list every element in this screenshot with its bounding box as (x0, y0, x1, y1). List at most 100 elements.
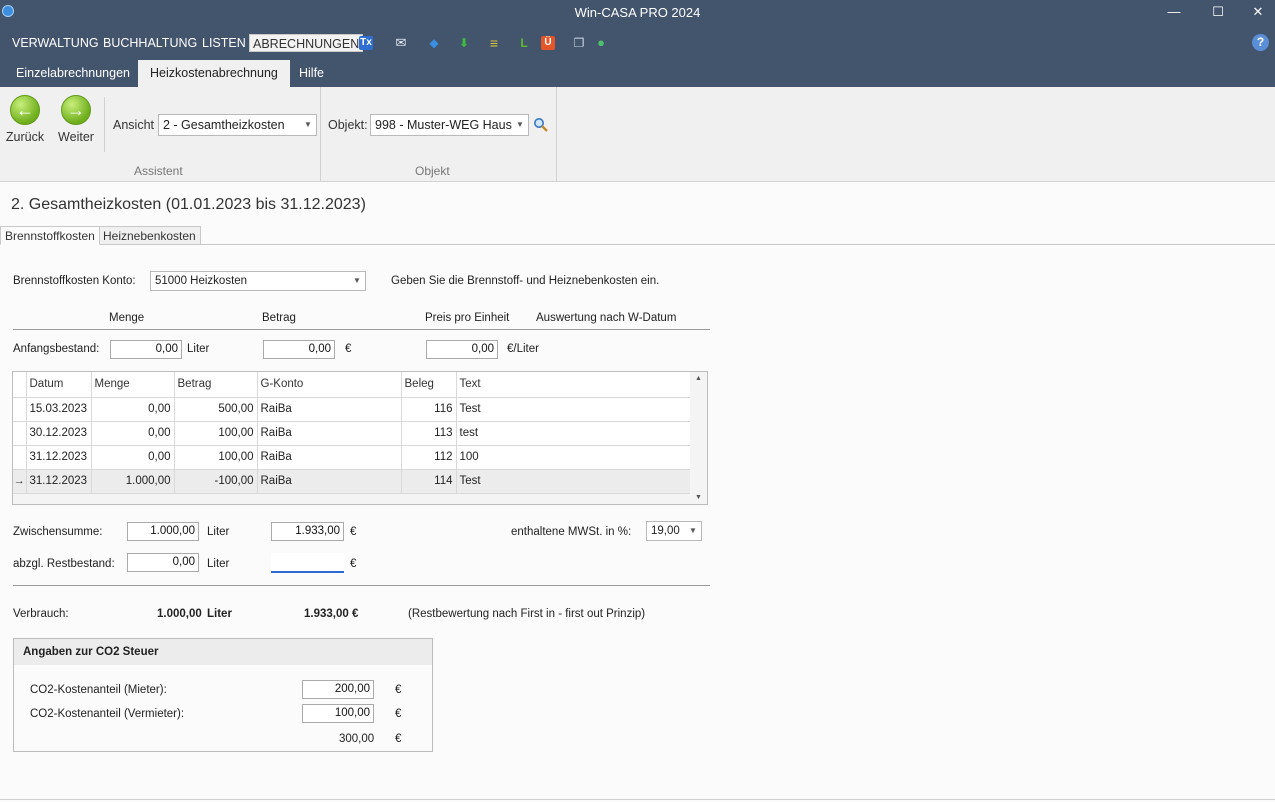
row-indicator (13, 397, 27, 422)
cell-gkonto[interactable]: RaiBa (257, 397, 402, 422)
cell-beleg[interactable]: 114 (401, 469, 457, 494)
cell-menge[interactable]: 0,00 (91, 397, 175, 422)
chevron-down-icon: ▼ (512, 115, 528, 135)
globe-icon[interactable]: ● (594, 36, 608, 50)
cell-beleg[interactable]: 116 (401, 397, 457, 422)
cell-gkonto[interactable]: RaiBa (257, 445, 402, 470)
cell-gkonto[interactable]: RaiBa (257, 469, 402, 494)
bottom-divider (0, 799, 1275, 800)
u-icon[interactable]: Ü (541, 36, 555, 50)
table-row[interactable]: 15.03.2023 0,00 500,00 RaiBa 116 Test (13, 397, 691, 422)
next-button[interactable]: → Weiter (54, 95, 98, 144)
account-select-value: 51000 Heizkosten (155, 275, 248, 287)
cell-beleg[interactable]: 112 (401, 445, 457, 470)
unit-liter: Liter (207, 558, 230, 570)
rest-menge-input[interactable]: 0,00 (127, 553, 199, 572)
scroll-down-icon[interactable]: ▼ (690, 494, 707, 501)
co2-mieter-input[interactable]: 200,00 (302, 680, 374, 699)
cell-betrag[interactable]: 100,00 (174, 421, 258, 446)
l-icon[interactable]: L (517, 36, 531, 50)
cell-text[interactable]: 100 (456, 445, 691, 470)
blue-tag-icon[interactable]: ◆ (427, 36, 441, 50)
cell-betrag[interactable]: 100,00 (174, 445, 258, 470)
co2-unit: € (395, 708, 402, 720)
fifo-note: (Restbewertung nach First in - first out… (408, 608, 646, 620)
cell-datum[interactable]: 31.12.2023 (26, 445, 92, 470)
tab-heizkostenabrechnung[interactable]: Heizkostenabrechnung (138, 60, 290, 87)
rest-label: abzgl. Restbestand: (13, 558, 115, 570)
object-select-value: 998 - Muster-WEG Haus, L (375, 118, 526, 132)
menu-buchhaltung[interactable]: BUCHHALTUNG (100, 34, 200, 52)
copy-icon[interactable]: ❐ (572, 36, 586, 50)
table-row[interactable]: → 31.12.2023 1.000,00 -100,00 RaiBa 114 … (13, 469, 691, 494)
cell-betrag[interactable]: 500,00 (174, 397, 258, 422)
anfang-menge-input[interactable]: 0,00 (110, 340, 182, 359)
co2-group: Angaben zur CO2 Steuer CO2-Kostenanteil … (13, 638, 433, 752)
cell-text[interactable]: Test (456, 469, 691, 494)
grid-header-text[interactable]: Text (456, 372, 691, 398)
search-icon[interactable] (533, 117, 549, 133)
cell-betrag[interactable]: -100,00 (174, 469, 258, 494)
view-label: Ansicht (113, 118, 154, 132)
tab-hilfe[interactable]: Hilfe (287, 60, 336, 87)
bookings-grid[interactable]: Datum Menge Betrag G-Konto Beleg Text 15… (12, 371, 708, 505)
arrow-left-icon: ← (10, 95, 40, 125)
minimize-button[interactable]: — (1154, 2, 1194, 22)
anfang-preis-input[interactable]: 0,00 (426, 340, 498, 359)
view-select-value: 2 - Gesamtheizkosten (163, 118, 285, 132)
grid-header-gkonto[interactable]: G-Konto (257, 372, 402, 398)
table-row[interactable]: 30.12.2023 0,00 100,00 RaiBa 113 test (13, 421, 691, 446)
grid-header-beleg[interactable]: Beleg (401, 372, 457, 398)
row-indicator: → (13, 469, 27, 494)
cell-gkonto[interactable]: RaiBa (257, 421, 402, 446)
tx-icon[interactable]: Tx (359, 36, 373, 50)
rest-betrag-input[interactable] (271, 553, 344, 573)
tab-brennstoffkosten[interactable]: Brennstoffkosten (0, 226, 100, 245)
zwischen-menge-input[interactable]: 1.000,00 (127, 522, 199, 541)
cell-datum[interactable]: 15.03.2023 (26, 397, 92, 422)
grid-header-betrag[interactable]: Betrag (174, 372, 258, 398)
mwst-select[interactable]: 19,00 ▼ (646, 521, 702, 541)
maximize-button[interactable]: ☐ (1198, 2, 1238, 22)
anfang-betrag-input[interactable]: 0,00 (263, 340, 335, 359)
cell-beleg[interactable]: 113 (401, 421, 457, 446)
view-select[interactable]: 2 - Gesamtheizkosten ▼ (158, 114, 317, 136)
back-button[interactable]: ← Zurück (3, 95, 47, 144)
cell-menge[interactable]: 1.000,00 (91, 469, 175, 494)
cell-datum[interactable]: 30.12.2023 (26, 421, 92, 446)
menu-listen[interactable]: LISTEN (199, 34, 249, 52)
cell-menge[interactable]: 0,00 (91, 421, 175, 446)
ribbon-tabs: Einzelabrechnungen Heizkostenabrechnung … (0, 60, 1275, 87)
co2-total: 300,00 (339, 733, 375, 745)
cell-text[interactable]: test (456, 421, 691, 446)
grid-scrollbar[interactable]: ▲ ▼ (690, 372, 707, 504)
table-row[interactable]: 31.12.2023 0,00 100,00 RaiBa 112 100 (13, 445, 691, 470)
menu-abrechnungen[interactable]: ABRECHNUNGEN (249, 34, 364, 52)
group-label-object: Objekt (415, 164, 450, 178)
arrow-right-icon: → (61, 95, 91, 125)
col-menge: Menge (109, 312, 145, 324)
close-button[interactable]: ✕ (1238, 2, 1275, 22)
back-label: Zurück (5, 130, 45, 144)
help-icon[interactable]: ? (1252, 34, 1269, 51)
scroll-up-icon[interactable]: ▲ (690, 375, 707, 382)
cell-menge[interactable]: 0,00 (91, 445, 175, 470)
mail-icon[interactable]: ✉ (394, 36, 408, 50)
zwischen-betrag-input[interactable]: 1.933,00 (271, 522, 344, 541)
mwst-label: enthaltene MWSt. in %: (511, 526, 632, 538)
menu-verwaltung[interactable]: VERWALTUNG (9, 34, 102, 52)
object-select[interactable]: 998 - Muster-WEG Haus, L ▼ (370, 114, 529, 136)
account-select[interactable]: 51000 Heizkosten ▼ (150, 271, 366, 291)
grid-header-datum[interactable]: Datum (26, 372, 92, 398)
grid-header-menge[interactable]: Menge (91, 372, 175, 398)
list-icon[interactable]: ≡ (487, 36, 501, 50)
co2-vermieter-input[interactable]: 100,00 (302, 704, 374, 723)
tab-heiznebenkosten[interactable]: Heiznebenkosten (98, 226, 201, 245)
download-icon[interactable]: ⬇ (457, 36, 471, 50)
grid-header-indicator (13, 372, 27, 398)
co2-vermieter-label: CO2-Kostenanteil (Vermieter): (30, 708, 185, 720)
cell-datum[interactable]: 31.12.2023 (26, 469, 92, 494)
cell-text[interactable]: Test (456, 397, 691, 422)
tab-einzelabrechnungen[interactable]: Einzelabrechnungen (4, 60, 142, 87)
ribbon-separator (320, 87, 321, 182)
